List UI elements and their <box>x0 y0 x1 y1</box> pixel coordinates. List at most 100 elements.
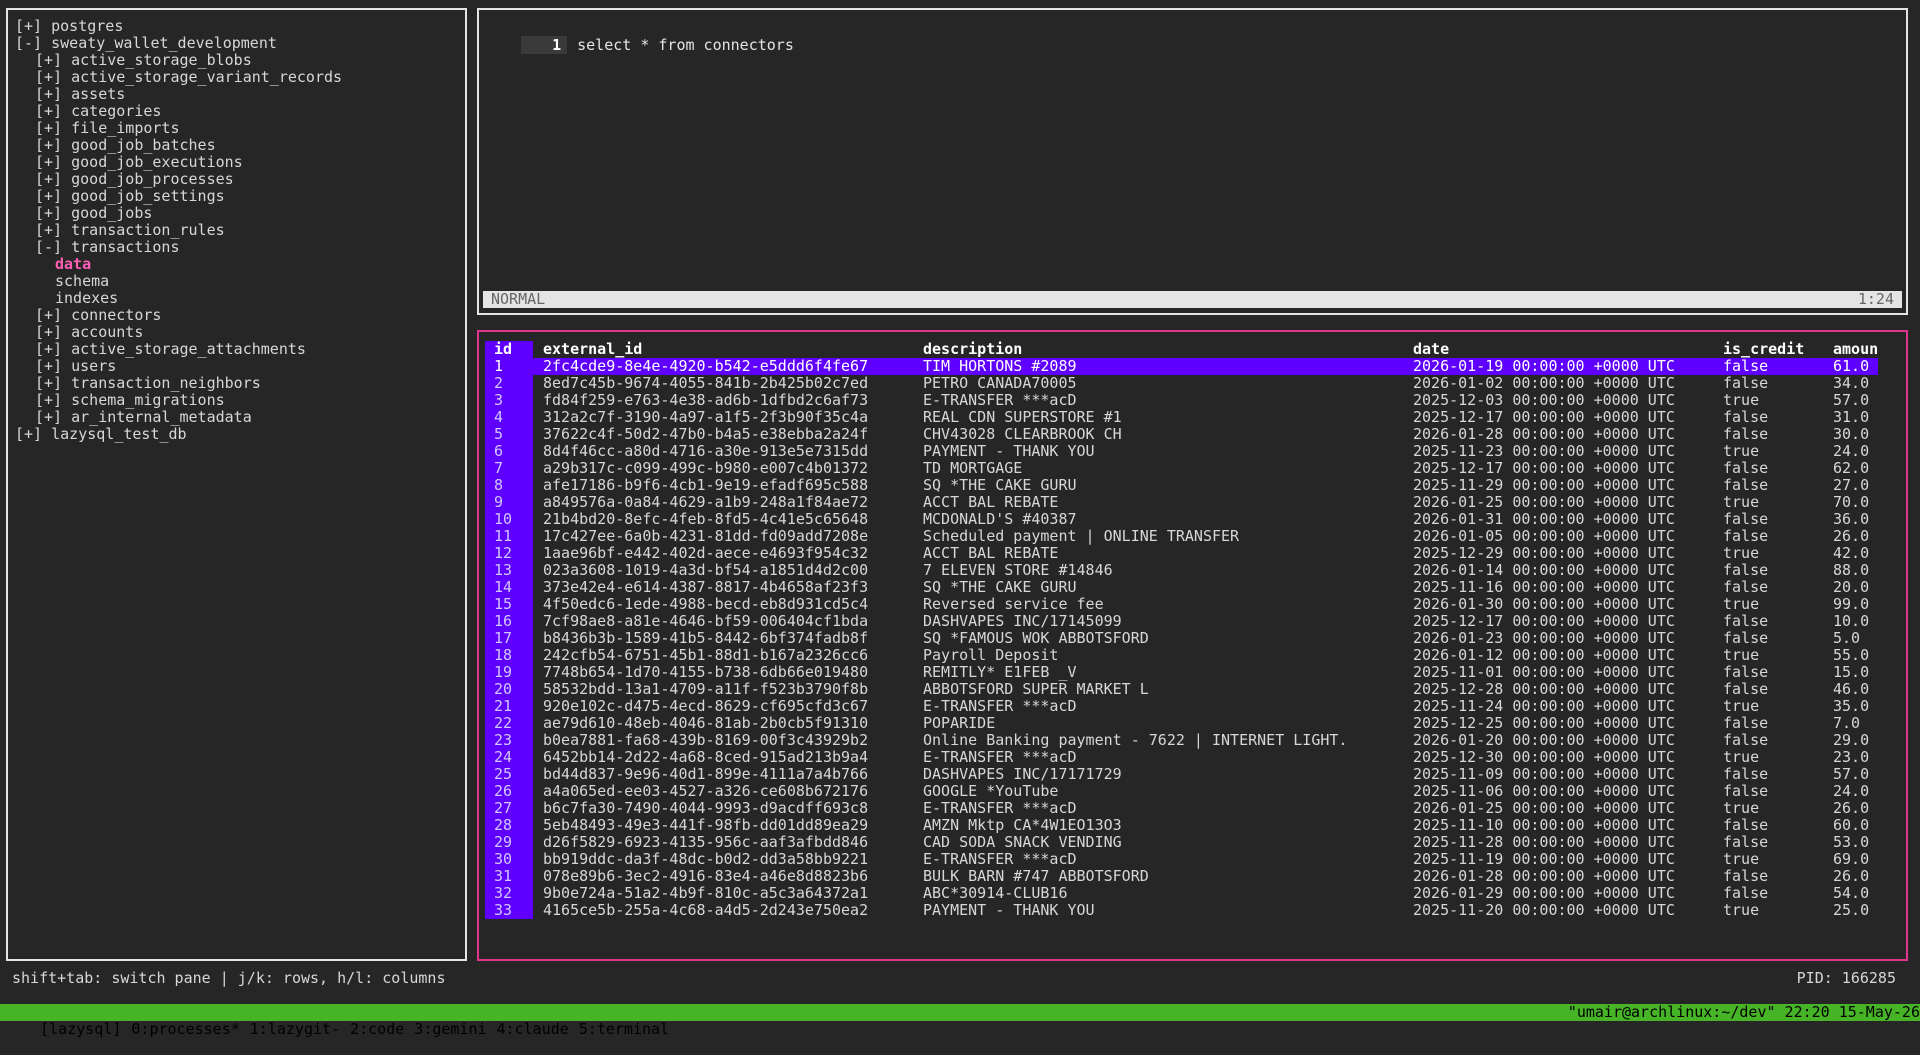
table-cell[interactable]: 62.0 <box>1823 460 1878 477</box>
table-cell[interactable]: false <box>1713 375 1823 392</box>
table-row[interactable]: 14 373e42e4-e614-4387-8817-4b4658af23f3 SQ… <box>485 579 1878 596</box>
table-cell[interactable]: 2026-01-25 00:00:00 +0000 UTC <box>1403 800 1713 817</box>
table-row[interactable]: 12 1aae96bf-e442-402d-aece-e4693f954c32 AC… <box>485 545 1878 562</box>
table-cell[interactable]: REAL CDN SUPERSTORE #1 <box>913 409 1403 426</box>
table-cell[interactable]: 2025-11-06 00:00:00 +0000 UTC <box>1403 783 1713 800</box>
table-cell[interactable]: E-TRANSFER ***acD <box>913 698 1403 715</box>
table-cell[interactable]: 5eb48493-49e3-441f-98fb-dd01dd89ea29 <box>533 817 913 834</box>
table-row[interactable]: 1 2fc4cde9-8e4e-4920-b542-e5ddd6f4fe67 TIM… <box>485 358 1879 375</box>
table-cell[interactable]: 23 <box>485 732 533 749</box>
table-cell[interactable]: Payroll Deposit <box>913 647 1403 664</box>
table-row[interactable]: 16 7cf98ae8-a81e-4646-bf59-006404cf1bda DA… <box>485 613 1878 630</box>
table-cell[interactable]: false <box>1713 715 1823 732</box>
table-cell[interactable]: 15.0 <box>1823 664 1878 681</box>
column-header[interactable]: external_id <box>533 341 913 358</box>
table-row[interactable]: 15 4f50edc6-1ede-4988-becd-eb8d931cd5c4 Re… <box>485 596 1878 613</box>
table-cell[interactable]: 46.0 <box>1823 681 1878 698</box>
table-cell[interactable]: 2025-11-10 00:00:00 +0000 UTC <box>1403 817 1713 834</box>
table-cell[interactable]: 2025-11-23 00:00:00 +0000 UTC <box>1403 443 1713 460</box>
tree-node[interactable]: [+] good_job_processes <box>15 171 465 188</box>
table-cell[interactable]: false <box>1713 630 1823 647</box>
table-cell[interactable]: 8 <box>485 477 533 494</box>
table-cell[interactable]: 2025-11-20 00:00:00 +0000 UTC <box>1403 902 1713 919</box>
table-cell[interactable]: 33 <box>485 902 533 919</box>
table-row[interactable]: 5 37622c4f-50d2-47b0-b4a5-e38ebba2a24f CHV… <box>485 426 1878 443</box>
table-cell[interactable]: E-TRANSFER ***acD <box>913 392 1403 409</box>
table-cell[interactable]: true <box>1713 392 1823 409</box>
tree-node[interactable]: [+] schema_migrations <box>15 392 465 409</box>
table-cell[interactable]: fd84f259-e763-4e38-ad6b-1dfbd2c6af73 <box>533 392 913 409</box>
table-row[interactable]: 6 8d4f46cc-a80d-4716-a30e-913e5e7315dd PAY… <box>485 443 1878 460</box>
table-cell[interactable]: false <box>1713 426 1823 443</box>
table-cell[interactable]: AMZN Mktp CA*4W1EO13O3 <box>913 817 1403 834</box>
sql-editor-pane[interactable]: 1 select * from connectors NORMAL 1:24 <box>477 8 1908 315</box>
table-row[interactable]: 7 a29b317c-c099-499c-b980-e007c4b01372 TD … <box>485 460 1878 477</box>
table-cell[interactable]: true <box>1713 545 1823 562</box>
table-cell[interactable]: false <box>1713 732 1823 749</box>
table-cell[interactable]: false <box>1713 613 1823 630</box>
table-cell[interactable]: 2026-01-28 00:00:00 +0000 UTC <box>1403 868 1713 885</box>
table-cell[interactable]: false <box>1713 511 1823 528</box>
tree-node[interactable]: [+] good_job_settings <box>15 188 465 205</box>
table-cell[interactable]: 2026-01-05 00:00:00 +0000 UTC <box>1403 528 1713 545</box>
table-cell[interactable]: false <box>1713 834 1823 851</box>
table-cell[interactable]: b8436b3b-1589-41b5-8442-6bf374fadb8f <box>533 630 913 647</box>
tree-node[interactable]: [+] categories <box>15 103 465 120</box>
table-cell[interactable]: true <box>1713 902 1823 919</box>
table-cell[interactable]: b6c7fa30-7490-4044-9993-d9acdff693c8 <box>533 800 913 817</box>
table-row[interactable]: 31 078e89b6-3ec2-4916-83e4-a46e8d8823b6 BU… <box>485 868 1878 885</box>
tmux-window-tab[interactable]: 5:terminal <box>579 1021 669 1038</box>
database-tree-pane[interactable]: [+] postgres [-] sweaty_wallet_developmen… <box>6 8 467 961</box>
table-row[interactable]: 9 a849576a-0a84-4629-a1b9-248a1f84ae72 ACC… <box>485 494 1878 511</box>
table-cell[interactable]: 7.0 <box>1823 715 1878 732</box>
table-cell[interactable]: 30.0 <box>1823 426 1878 443</box>
table-cell[interactable]: false <box>1713 528 1823 545</box>
table-cell[interactable]: 29 <box>485 834 533 851</box>
tmux-window-tab[interactable]: 3:gemini <box>414 1021 486 1038</box>
table-cell[interactable]: false <box>1713 868 1823 885</box>
table-cell[interactable]: 2026-01-02 00:00:00 +0000 UTC <box>1403 375 1713 392</box>
tree-node[interactable]: indexes <box>15 290 465 307</box>
tree-node[interactable]: [+] users <box>15 358 465 375</box>
table-cell[interactable]: PETRO CANADA70005 <box>913 375 1403 392</box>
table-cell[interactable]: 53.0 <box>1823 834 1878 851</box>
table-cell[interactable]: PAYMENT - THANK YOU <box>913 443 1403 460</box>
table-cell[interactable]: 2025-12-28 00:00:00 +0000 UTC <box>1403 681 1713 698</box>
table-cell[interactable]: 27 <box>485 800 533 817</box>
table-cell[interactable]: 373e42e4-e614-4387-8817-4b4658af23f3 <box>533 579 913 596</box>
table-cell[interactable]: 15 <box>485 596 533 613</box>
table-cell[interactable]: 920e102c-d475-4ecd-8629-cf695cfd3c67 <box>533 698 913 715</box>
table-cell[interactable]: true <box>1713 800 1823 817</box>
table-cell[interactable]: 57.0 <box>1823 392 1878 409</box>
table-cell[interactable]: 2025-11-01 00:00:00 +0000 UTC <box>1403 664 1713 681</box>
table-cell[interactable]: 2025-11-28 00:00:00 +0000 UTC <box>1403 834 1713 851</box>
table-cell[interactable]: 7cf98ae8-a81e-4646-bf59-006404cf1bda <box>533 613 913 630</box>
table-row[interactable]: 11 17c427ee-6a0b-4231-81dd-fd09add7208e Sc… <box>485 528 1878 545</box>
results-pane[interactable]: id external_id description date is_credit amo… <box>477 330 1908 961</box>
table-row[interactable]: 32 9b0e724a-51a2-4b9f-810c-a5c3a64372a1 AB… <box>485 885 1878 902</box>
table-cell[interactable]: 2026-01-29 00:00:00 +0000 UTC <box>1403 885 1713 902</box>
table-cell[interactable]: b0ea7881-fa68-439b-8169-00f3c43929b2 <box>533 732 913 749</box>
column-header[interactable]: is_credit <box>1713 341 1823 358</box>
table-cell[interactable]: DASHVAPES INC/17171729 <box>913 766 1403 783</box>
tree-node[interactable]: [+] active_storage_variant_records <box>15 69 465 86</box>
table-cell[interactable]: 14 <box>485 579 533 596</box>
table-cell[interactable]: 61.0 <box>1823 358 1879 375</box>
table-cell[interactable]: 28 <box>485 817 533 834</box>
table-cell[interactable]: 10.0 <box>1823 613 1878 630</box>
table-cell[interactable]: REMITLY* E1FEB _V <box>913 664 1403 681</box>
table-cell[interactable]: true <box>1713 749 1823 766</box>
table-cell[interactable]: 6 <box>485 443 533 460</box>
table-cell[interactable]: 20.0 <box>1823 579 1878 596</box>
tree-node[interactable]: [+] ar_internal_metadata <box>15 409 465 426</box>
table-cell[interactable]: 12 <box>485 545 533 562</box>
table-cell[interactable]: 32 <box>485 885 533 902</box>
table-cell[interactable]: a849576a-0a84-4629-a1b9-248a1f84ae72 <box>533 494 913 511</box>
table-cell[interactable]: 37622c4f-50d2-47b0-b4a5-e38ebba2a24f <box>533 426 913 443</box>
table-row[interactable]: 20 58532bdd-13a1-4709-a11f-f523b3790f8b AB… <box>485 681 1878 698</box>
table-cell[interactable]: bb919ddc-da3f-48dc-b0d2-dd3a58bb9221 <box>533 851 913 868</box>
table-cell[interactable]: 8d4f46cc-a80d-4716-a30e-913e5e7315dd <box>533 443 913 460</box>
tree-node[interactable]: [+] connectors <box>15 307 465 324</box>
table-cell[interactable]: 2 <box>485 375 533 392</box>
table-cell[interactable]: afe17186-b9f6-4cb1-9e19-efadf695c588 <box>533 477 913 494</box>
